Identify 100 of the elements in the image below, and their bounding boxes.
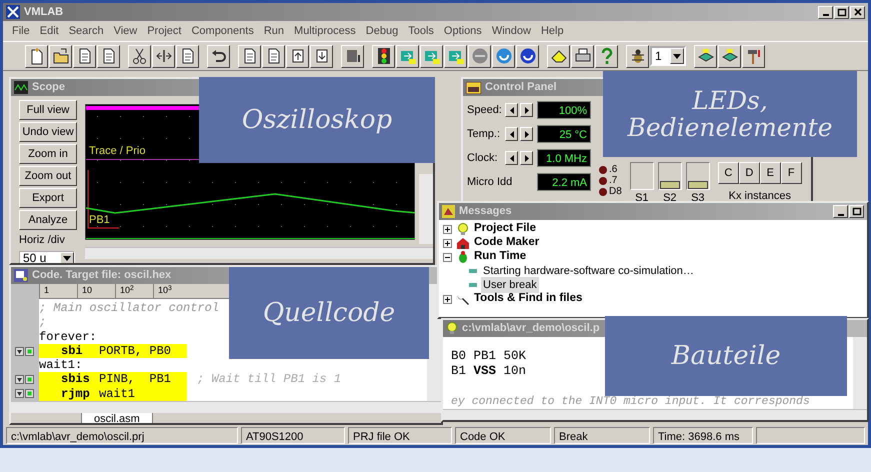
toolbar-button[interactable] [516,44,539,68]
toolbar-button[interactable] [310,44,333,68]
scrollbar[interactable] [11,401,441,414]
menu-item[interactable]: View [108,22,142,40]
toolbar-button[interactable] [262,44,285,68]
toolbar-button[interactable] [207,44,230,68]
keypad-key[interactable]: D [738,162,760,184]
menu-item[interactable]: Project [142,22,186,40]
reset-icon [494,47,512,65]
plus-icon [444,240,451,246]
status-field: AT90S1200 [241,427,345,444]
toolbar-button[interactable] [742,44,765,68]
stepper-button[interactable] [505,127,518,141]
toolbar-button[interactable] [176,44,199,68]
toolbar-button[interactable] [694,44,717,68]
slider-track[interactable] [630,162,654,190]
ruler-label: 10 [77,284,115,298]
close-button[interactable] [850,6,865,18]
stepper-button[interactable] [520,127,533,141]
toolbar-button[interactable] [49,44,72,68]
toolbar-button[interactable] [128,44,151,68]
toolbar-button[interactable] [571,44,594,68]
maximize-button[interactable] [834,6,849,18]
expand-toggle[interactable] [443,224,452,234]
menu-item[interactable]: Window [486,22,536,40]
code-comment: ; Main oscillator control [39,301,220,316]
stepper-button[interactable] [520,103,533,117]
stepper-button[interactable] [505,151,518,165]
maximize-button[interactable] [849,205,864,218]
scope-button[interactable]: Zoom out [19,166,77,186]
toolbar-button[interactable] [595,44,618,68]
trace-label: Trace / Prio [89,145,146,157]
scrollbar[interactable] [419,174,433,244]
scissors-icon [130,47,148,65]
toolbar-button[interactable] [718,44,741,68]
keypad-key[interactable]: C [718,162,739,184]
minimize-button[interactable] [833,205,848,218]
panel-icon [466,82,481,94]
menu-item[interactable]: Options [438,22,487,40]
toolbar-button[interactable] [468,44,491,68]
code-file-icon [14,269,28,282]
menu-item[interactable]: Run [258,22,290,40]
toolbar-button[interactable] [341,44,364,68]
menu-item[interactable]: Edit [34,22,64,40]
stepper-button[interactable] [505,103,518,117]
time-base-select[interactable]: 50 u [19,250,75,263]
expand-toggle[interactable] [443,294,452,304]
scrollbar[interactable] [443,409,867,420]
toolbar-button[interactable] [420,44,443,68]
toolbar-button[interactable] [626,44,649,68]
toolbar-button[interactable] [152,44,175,68]
toolbar-button[interactable] [372,44,395,68]
toolbar-button[interactable] [444,44,467,68]
toolbar-button[interactable] [73,44,96,68]
stepper-button[interactable] [520,151,533,165]
scrollbar[interactable] [85,247,433,259]
scope-icon [14,81,28,94]
plus-icon [444,296,451,302]
menu-item[interactable]: Tools [403,22,439,40]
ruler-label: 10$^{2}$ [115,284,153,298]
toolbar-button[interactable] [396,44,419,68]
menu-item[interactable]: File [7,22,35,40]
window-title: Code. Target file: oscil.hex [32,268,172,284]
scope-button[interactable]: Analyze [19,210,77,230]
minimize-button[interactable] [818,6,833,18]
menu-item[interactable]: Debug [360,22,404,40]
menu-item[interactable]: Help [536,22,569,40]
scope-button[interactable]: Full view [19,100,77,120]
menu-item[interactable]: Multiprocess [289,22,361,40]
scope-button[interactable]: Zoom in [19,144,77,164]
scope-button[interactable]: Undo view [19,122,77,142]
trace-label: PB1 [89,214,110,226]
keypad-key[interactable]: F [780,162,802,184]
coverage-marker-icon [25,375,34,384]
toolbar-button[interactable] [286,44,309,68]
toolbar-button[interactable] [238,44,261,68]
window-title: Messages [459,204,512,220]
thread-select[interactable]: 1 [650,46,686,66]
slider-label: S2 [663,191,677,205]
toolbar-button[interactable] [25,44,48,68]
slider-track[interactable] [686,162,710,190]
toolbar-button[interactable] [492,44,515,68]
netlist-line: B1 VSS 10n [451,364,526,379]
message-item[interactable]: User break [481,276,539,294]
slider-track[interactable] [658,162,682,190]
scrollbar[interactable] [853,337,867,409]
menu-item[interactable]: Components [186,22,259,40]
slider-thumb[interactable] [660,181,680,189]
file-tab[interactable]: oscil.asm [81,413,153,423]
caret-icon [63,256,71,260]
scope-button[interactable]: Export [19,188,77,208]
expand-toggle[interactable] [443,238,452,248]
expand-toggle[interactable] [443,252,452,262]
toolbar-button[interactable] [97,44,120,68]
house-icon [456,236,470,250]
ruler-label: 10$^{3}$ [153,284,191,298]
keypad-key[interactable]: E [760,162,781,184]
slider-thumb[interactable] [688,181,708,189]
menu-item[interactable]: Search [64,22,109,40]
toolbar-button[interactable] [547,44,570,68]
